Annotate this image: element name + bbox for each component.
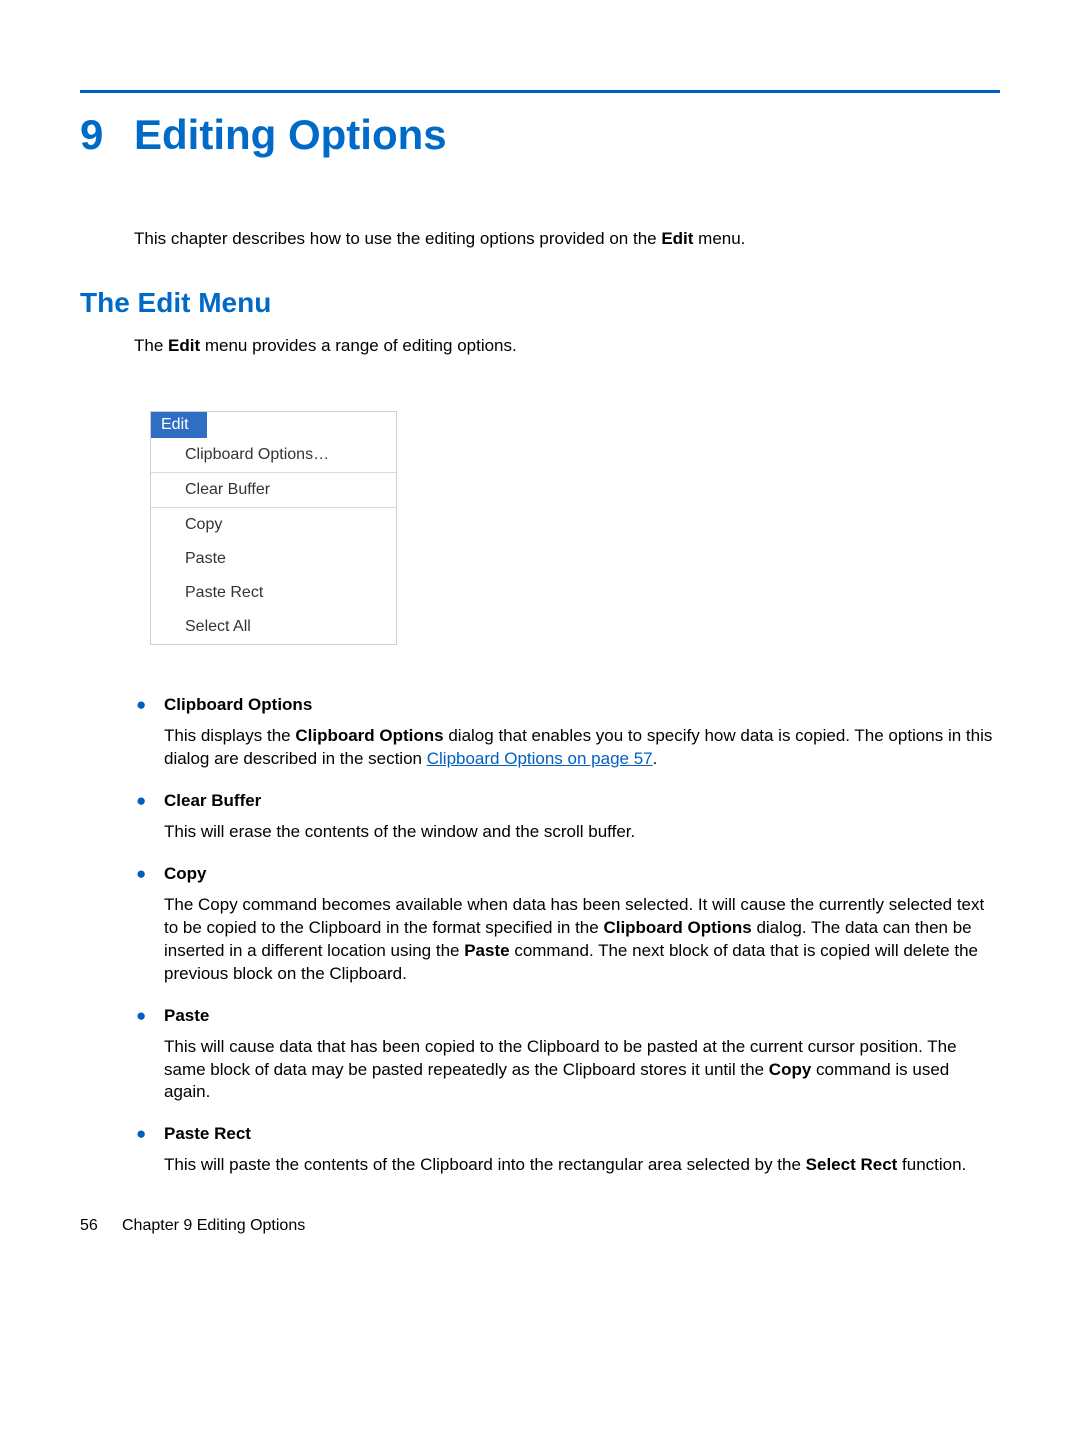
bullet-icon: ● xyxy=(136,1124,146,1144)
footer-chapter-label: Chapter 9 Editing Options xyxy=(122,1217,305,1234)
edit-menu-screenshot: Edit Clipboard Options… Clear Buffer Cop… xyxy=(150,411,397,645)
menu-item-clear-buffer: Clear Buffer xyxy=(151,473,396,507)
body-text: function. xyxy=(897,1155,966,1174)
item-heading-text: Clipboard Options xyxy=(164,695,312,714)
chapter-heading: 9Editing Options xyxy=(80,111,1000,159)
item-heading: ● Clipboard Options xyxy=(164,695,1000,715)
clipboard-options-link[interactable]: Clipboard Options on page 57 xyxy=(427,749,653,768)
body-bold: Clipboard Options xyxy=(603,918,751,937)
body-text: . xyxy=(653,749,658,768)
body-text: This displays the xyxy=(164,726,295,745)
bullet-icon: ● xyxy=(136,864,146,884)
section-text-part: menu provides a range of editing options… xyxy=(200,336,517,355)
item-body: The Copy command becomes available when … xyxy=(164,894,1000,986)
body-bold: Copy xyxy=(769,1060,812,1079)
chapter-intro: This chapter describes how to use the ed… xyxy=(134,229,1000,249)
top-rule xyxy=(80,90,1000,93)
intro-text-part: menu. xyxy=(693,229,745,248)
item-heading-text: Paste Rect xyxy=(164,1124,251,1143)
menu-item-paste-rect: Paste Rect xyxy=(151,576,396,610)
bullet-icon: ● xyxy=(136,1006,146,1026)
body-text: This will paste the contents of the Clip… xyxy=(164,1155,806,1174)
item-heading: ● Copy xyxy=(164,864,1000,884)
list-item-copy: ● Copy The Copy command becomes availabl… xyxy=(164,864,1000,986)
item-body: This displays the Clipboard Options dial… xyxy=(164,725,1000,771)
item-heading-text: Clear Buffer xyxy=(164,791,261,810)
bullet-icon: ● xyxy=(136,791,146,811)
menu-item-copy: Copy xyxy=(151,508,396,542)
list-item-paste: ● Paste This will cause data that has be… xyxy=(164,1006,1000,1105)
item-body: This will paste the contents of the Clip… xyxy=(164,1154,1000,1177)
menu-title: Edit xyxy=(151,412,207,438)
item-heading: ● Paste Rect xyxy=(164,1124,1000,1144)
list-item-clipboard-options: ● Clipboard Options This displays the Cl… xyxy=(164,695,1000,771)
page-footer: 56Chapter 9 Editing Options xyxy=(80,1217,1000,1235)
body-bold: Paste xyxy=(464,941,509,960)
menu-item-paste: Paste xyxy=(151,542,396,576)
item-heading-text: Paste xyxy=(164,1006,209,1025)
section-text-part: The xyxy=(134,336,168,355)
intro-bold: Edit xyxy=(661,229,693,248)
list-item-paste-rect: ● Paste Rect This will paste the content… xyxy=(164,1124,1000,1177)
chapter-number: 9 xyxy=(80,111,134,159)
item-body: This will cause data that has been copie… xyxy=(164,1036,1000,1105)
item-heading-text: Copy xyxy=(164,864,207,883)
bullet-list: ● Clipboard Options This displays the Cl… xyxy=(164,695,1000,1177)
section-bold: Edit xyxy=(168,336,200,355)
section-intro: The Edit menu provides a range of editin… xyxy=(134,336,1000,356)
menu-item-clipboard-options: Clipboard Options… xyxy=(151,438,396,472)
body-bold: Clipboard Options xyxy=(295,726,443,745)
list-item-clear-buffer: ● Clear Buffer This will erase the conte… xyxy=(164,791,1000,844)
intro-text-part: This chapter describes how to use the ed… xyxy=(134,229,661,248)
page-content: 9Editing Options This chapter describes … xyxy=(0,0,1080,1275)
page-number: 56 xyxy=(80,1217,122,1235)
item-body: This will erase the contents of the wind… xyxy=(164,821,1000,844)
item-heading: ● Paste xyxy=(164,1006,1000,1026)
bullet-icon: ● xyxy=(136,695,146,715)
body-bold: Select Rect xyxy=(806,1155,898,1174)
item-heading: ● Clear Buffer xyxy=(164,791,1000,811)
chapter-title: Editing Options xyxy=(134,111,447,158)
section-heading: The Edit Menu xyxy=(80,287,1000,319)
menu-item-select-all: Select All xyxy=(151,610,396,644)
